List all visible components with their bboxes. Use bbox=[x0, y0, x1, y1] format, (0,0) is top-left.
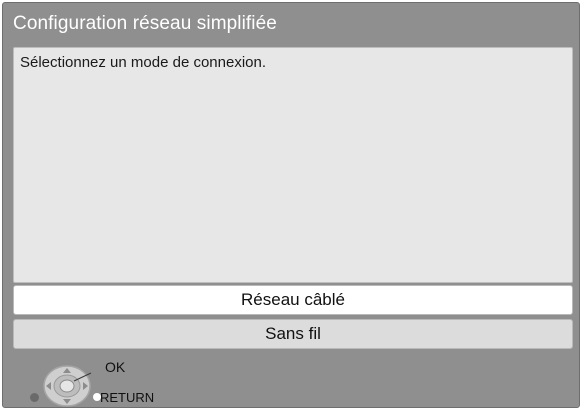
ok-label: OK bbox=[105, 359, 126, 375]
option-wireless[interactable]: Sans fil bbox=[13, 319, 573, 349]
dialog-title: Configuration réseau simplifiée bbox=[13, 13, 277, 34]
option-wired-network[interactable]: Réseau câblé bbox=[13, 285, 573, 315]
prompt-text: Sélectionnez un mode de connexion. bbox=[20, 54, 267, 71]
message-panel: Sélectionnez un mode de connexion. bbox=[13, 47, 573, 283]
navigation-dial-icon bbox=[43, 365, 92, 407]
dialog-frame: Configuration réseau simplifiée Sélectio… bbox=[2, 2, 580, 408]
return-label: RETURN bbox=[100, 390, 155, 405]
button-legend: OK RETURN bbox=[3, 353, 584, 413]
gray-dot-icon bbox=[30, 393, 39, 402]
